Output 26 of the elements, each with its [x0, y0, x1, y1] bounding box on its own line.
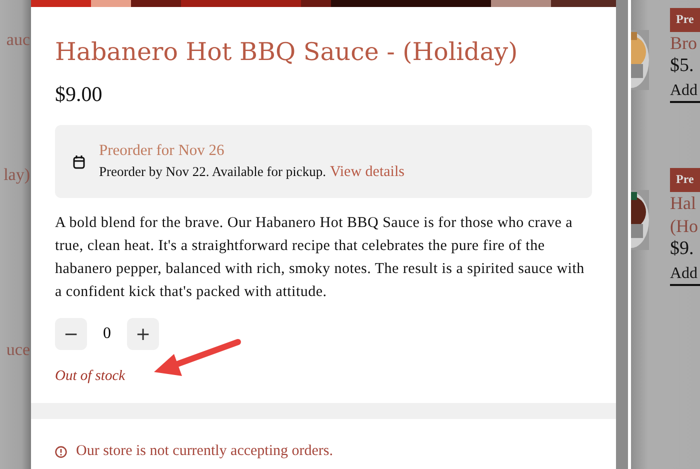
- add-button[interactable]: Add: [670, 82, 700, 103]
- background-text: lay): [4, 165, 31, 185]
- calendar-icon: [73, 154, 85, 168]
- preorder-heading: Preorder for Nov 26: [99, 142, 226, 160]
- decrease-button[interactable]: −: [55, 318, 87, 350]
- increase-button[interactable]: +: [127, 318, 159, 350]
- quantity-value: 0: [102, 325, 112, 343]
- product-name: Bro: [670, 32, 698, 55]
- product-price: $9.00: [55, 82, 104, 107]
- store-notice: Our store is not currently accepting orders.: [76, 443, 333, 460]
- preorder-badge: Pre: [670, 8, 700, 32]
- background-text: auc: [6, 30, 31, 50]
- stock-status: Out of stock: [55, 368, 126, 385]
- scrollbar[interactable]: [616, 0, 628, 469]
- product-price: $9.: [670, 238, 695, 260]
- product-price: $5.: [670, 55, 695, 77]
- product-name: (Ho: [670, 215, 699, 238]
- add-button[interactable]: Add: [670, 265, 700, 286]
- preorder-text: Preorder by Nov 22. Available for pickup.: [99, 164, 326, 180]
- view-details-link[interactable]: View details: [330, 164, 404, 181]
- warning-icon: [55, 446, 67, 458]
- background-text: uce: [6, 340, 31, 360]
- product-description: A bold blend for the brave. Our Habanero Hot BBQ Sauce is for those who crave a true, clean heat. It's a straightforward recipe that celebrates the pure fire of the habanero pepper, balanced with rich, smoky notes. The result is a spirited sauce with a confident kick that's packed with attitude.: [55, 214, 586, 302]
- product-name: Hal: [670, 192, 697, 215]
- preorder-badge: Pre: [670, 168, 700, 192]
- product-title: Habanero Hot BBQ Sauce - (Holiday): [55, 37, 519, 66]
